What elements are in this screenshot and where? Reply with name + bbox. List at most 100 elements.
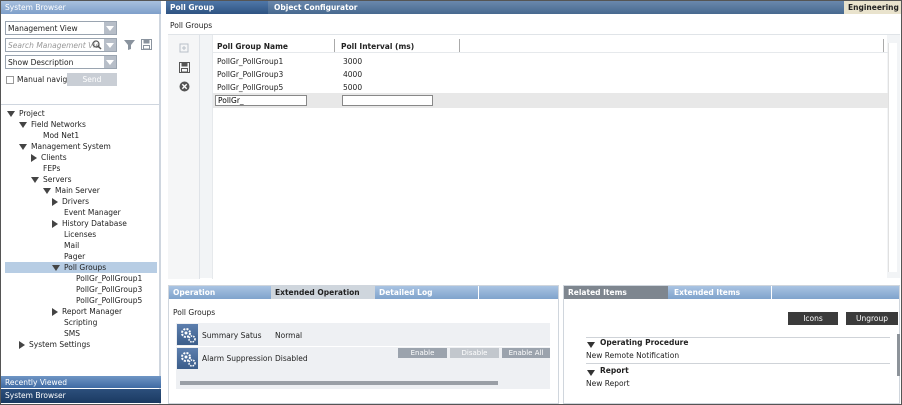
chevron-down-icon[interactable]	[31, 177, 39, 183]
vertical-scrollbar[interactable]	[897, 334, 900, 376]
tree-item[interactable]: Servers	[31, 175, 72, 184]
tree-item[interactable]: SMS	[52, 329, 80, 338]
tree-item[interactable]: Licenses	[52, 230, 96, 239]
search-icon[interactable]	[92, 40, 102, 50]
chevron-right-icon[interactable]	[52, 308, 58, 316]
disable-button[interactable]: Disable	[450, 348, 499, 358]
chevron-down-icon[interactable]	[587, 340, 599, 349]
tree-item[interactable]: Project	[7, 109, 45, 118]
tree-item[interactable]: History Database	[52, 219, 127, 228]
tree-item-label: Mail	[64, 241, 80, 250]
chevron-right-icon[interactable]	[52, 198, 58, 206]
chevron-down-icon[interactable]	[7, 111, 15, 117]
tab-object-configurator[interactable]: Object Configurator	[270, 1, 376, 14]
tree-item[interactable]: PollGr_PollGroup1	[64, 274, 142, 283]
chevron-right-icon[interactable]	[31, 154, 37, 162]
chevron-down-icon[interactable]	[587, 368, 599, 377]
tab-detailed-log-label: Detailed Log	[379, 288, 433, 297]
view-select[interactable]: Management View	[5, 21, 117, 35]
related-item-new-remote-notification[interactable]: New Remote Notification	[586, 351, 679, 360]
tree-item[interactable]: Field Networks	[19, 120, 86, 129]
manual-nav-checkbox[interactable]	[6, 76, 14, 84]
tree-item-label: Licenses	[64, 230, 97, 239]
description-select[interactable]: Show Description	[5, 55, 117, 69]
tab-poll-group[interactable]: Poll Group	[166, 1, 268, 14]
tree-item[interactable]: System Settings	[19, 340, 90, 349]
tree-item[interactable]: PollGr_PollGroup3	[64, 285, 142, 294]
tree-item[interactable]: Main Server	[43, 186, 100, 195]
chevron-down-icon[interactable]	[104, 39, 116, 51]
icons-button[interactable]: Icons	[788, 312, 838, 325]
tree-item-label: Servers	[43, 175, 72, 184]
tab-extended-operation-label: Extended Operation	[275, 288, 360, 297]
tree-item-label: Poll Groups	[64, 263, 107, 272]
delete-icon[interactable]	[179, 81, 190, 94]
related-item-new-report[interactable]: New Report	[586, 379, 630, 388]
chevron-down-icon[interactable]	[43, 188, 51, 194]
tree-item[interactable]: Mod Net1	[31, 131, 79, 140]
cell-poll-group-name: PollGr_PollGroup5	[217, 83, 284, 92]
tree-item[interactable]: Management System	[19, 142, 111, 151]
system-browser-header: System Browser	[1, 1, 161, 14]
chevron-right-icon[interactable]	[52, 220, 58, 228]
table-row[interactable]: PollGr_PollGroup3 4000	[213, 68, 888, 81]
gear-icon	[177, 348, 198, 369]
chevron-down-icon[interactable]	[104, 56, 116, 68]
filter-icon[interactable]	[124, 39, 135, 52]
tree-item[interactable]: Poll Groups	[52, 263, 106, 272]
tree-item[interactable]: PollGr_PollGroup5	[64, 296, 142, 305]
horizontal-scrollbar[interactable]	[180, 381, 498, 385]
chevron-down-icon[interactable]	[19, 122, 27, 128]
chevron-down-icon[interactable]	[104, 22, 116, 34]
column-header-name[interactable]: Poll Group Name	[217, 42, 288, 51]
new-name-input[interactable]	[215, 95, 307, 106]
add-icon[interactable]	[179, 43, 189, 55]
group-operating-procedure-title[interactable]: Operating Procedure	[600, 338, 688, 347]
new-interval-input[interactable]	[342, 95, 433, 106]
group-report-title[interactable]: Report	[600, 366, 629, 375]
tree-item[interactable]: Mail	[52, 241, 79, 250]
table-row[interactable]: PollGr_PollGroup1 3000	[213, 55, 888, 68]
chevron-down-icon[interactable]	[52, 265, 60, 271]
engineering-mode-badge[interactable]: Engineering	[844, 1, 901, 14]
chevron-right-icon[interactable]	[19, 341, 25, 349]
enable-button[interactable]: Enable	[398, 348, 447, 358]
tree-item[interactable]: FEPs	[31, 164, 60, 173]
save-icon[interactable]	[179, 62, 190, 75]
tree-item-label: PollGr_PollGroup5	[76, 296, 143, 305]
tab-related-items[interactable]: Related Items	[564, 286, 668, 299]
tree-item[interactable]: Drivers	[52, 197, 89, 206]
tab-operation[interactable]: Operation	[169, 286, 269, 299]
column-header-interval[interactable]: Poll Interval (ms)	[341, 42, 414, 51]
tree-item[interactable]: Report Manager	[52, 307, 122, 316]
operation-tab-bar: Operation Extended Operation Detailed Lo…	[169, 286, 558, 299]
cell-poll-interval: 4000	[343, 70, 363, 79]
tree-item-label: PollGr_PollGroup3	[76, 285, 143, 294]
view-select-value: Management View	[8, 24, 78, 33]
tree-item[interactable]: Pager	[52, 252, 85, 261]
tab-extended-operation[interactable]: Extended Operation	[271, 286, 375, 299]
vertical-scrollbar[interactable]	[888, 43, 897, 272]
related-tab-bar: Related Items Extended Items	[564, 286, 899, 299]
system-browser-footer[interactable]: System Browser	[1, 389, 161, 403]
tree-item-label: Pager	[64, 252, 86, 261]
recently-viewed-bar[interactable]: Recently Viewed	[1, 376, 161, 388]
tree-item-label: Clients	[41, 153, 67, 162]
chevron-down-icon[interactable]	[19, 144, 27, 150]
tab-detailed-log[interactable]: Detailed Log	[375, 286, 479, 299]
tab-extended-items[interactable]: Extended Items	[670, 286, 772, 299]
scroll-thumb[interactable]	[180, 381, 498, 385]
tree-item-label: Mod Net1	[43, 131, 80, 140]
tree-item[interactable]: Event Manager	[52, 208, 121, 217]
tree-item-label: System Settings	[29, 340, 91, 349]
tree-item[interactable]: Clients	[31, 153, 67, 162]
divider	[1, 104, 161, 105]
tree-item-label: SMS	[64, 329, 80, 338]
search-field[interactable]: Search Management Vie	[5, 38, 117, 52]
send-button[interactable]: Send	[67, 73, 117, 86]
manual-nav-label: Manual navig	[17, 75, 68, 84]
save-icon[interactable]	[141, 39, 152, 52]
enable-all-button[interactable]: Enable All	[502, 348, 550, 358]
tree-item[interactable]: Scripting	[52, 318, 97, 327]
ungroup-button[interactable]: Ungroup	[846, 312, 898, 325]
